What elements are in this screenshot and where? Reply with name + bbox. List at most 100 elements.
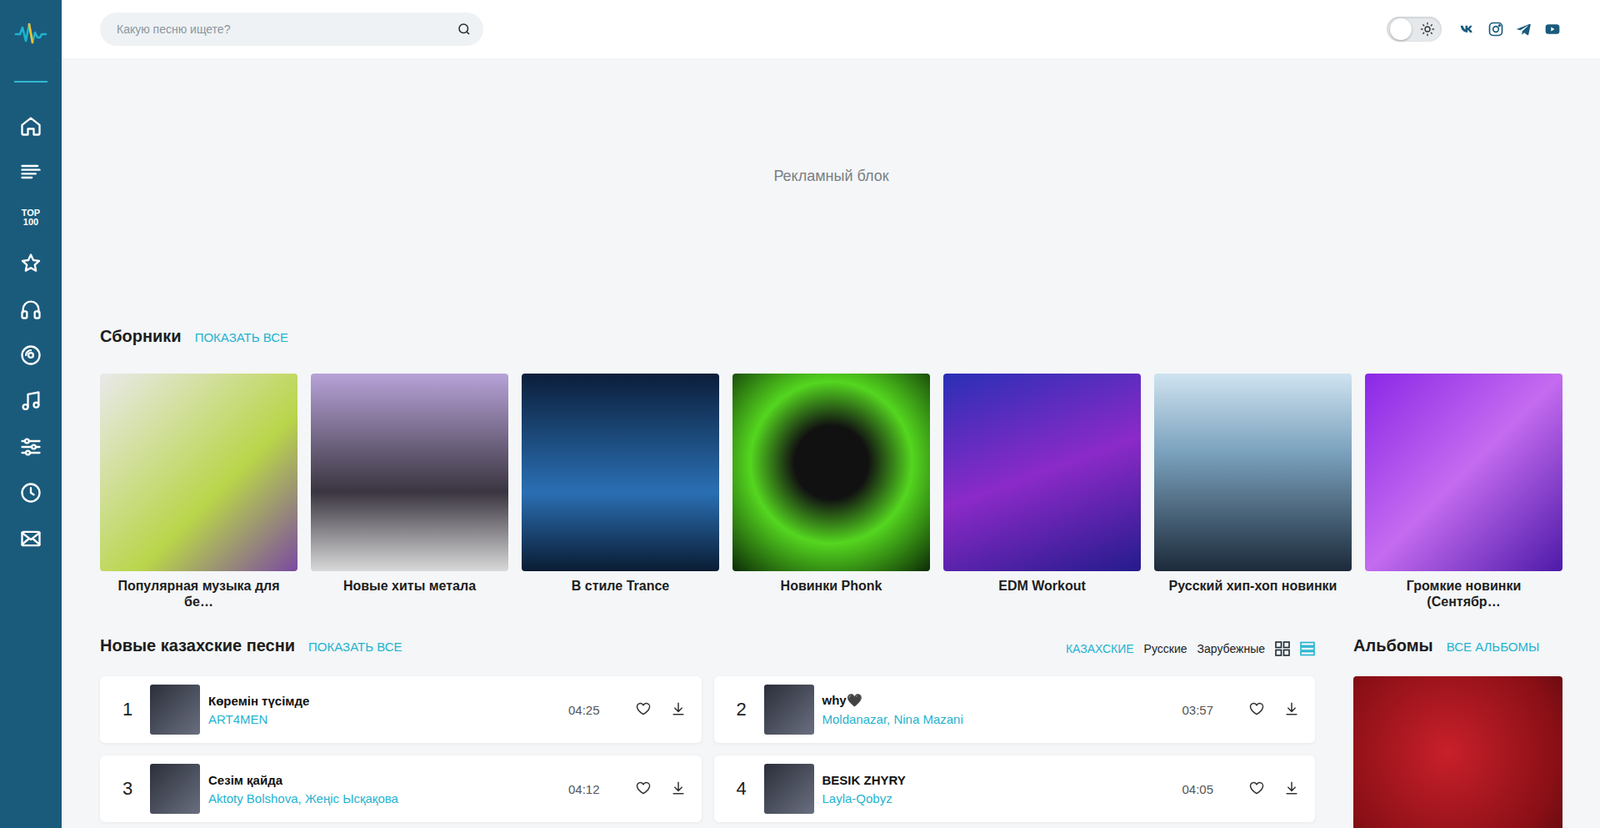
list-icon bbox=[19, 160, 43, 184]
ad-block: Рекламный блок bbox=[100, 58, 1563, 327]
compilation-caption[interactable]: Русский хип-хоп новинки bbox=[1165, 577, 1341, 594]
track-title[interactable]: why🖤 bbox=[822, 692, 1175, 708]
compilation-card[interactable]: Громкие новинки (Сентябр… bbox=[1365, 373, 1563, 610]
track-cover bbox=[150, 763, 200, 814]
songs-header: Новые казахские песни ПОКАЗАТЬ ВСЕ КАЗАХСК… bbox=[100, 635, 1315, 661]
compilation-card[interactable]: Новые хиты метала bbox=[310, 373, 509, 610]
track-duration: 03:57 bbox=[1181, 702, 1214, 717]
track-artists[interactable]: Aktoty Bolshova, Жеңіс Ысқақова bbox=[208, 790, 560, 805]
toggle-knob bbox=[1390, 18, 1412, 40]
download-icon[interactable] bbox=[1283, 779, 1302, 798]
filter-tab[interactable]: Зарубежные bbox=[1197, 641, 1265, 655]
disc-icon bbox=[19, 343, 43, 367]
logo[interactable] bbox=[0, 0, 62, 67]
compilation-caption[interactable]: Новые хиты метала bbox=[340, 577, 480, 594]
theme-toggle[interactable] bbox=[1386, 16, 1442, 42]
mail-icon bbox=[19, 526, 43, 550]
compilation-card[interactable]: EDM Workout bbox=[943, 373, 1141, 610]
sidebar-item[interactable] bbox=[0, 148, 62, 195]
compilation-cover bbox=[1365, 373, 1563, 571]
heart-icon[interactable] bbox=[1248, 779, 1267, 798]
heart-icon[interactable] bbox=[1248, 700, 1267, 719]
telegram-icon[interactable] bbox=[1515, 20, 1534, 39]
section-title: Новые казахские песни bbox=[100, 635, 295, 655]
compilation-cover bbox=[100, 373, 298, 571]
track-row[interactable]: 4BESIK ZHYRYLayla-Qobyz04:05 bbox=[714, 755, 1316, 822]
track-title[interactable]: Көремін түсімде bbox=[208, 693, 560, 708]
youtube-icon[interactable] bbox=[1543, 20, 1562, 39]
section-title: Альбомы bbox=[1353, 635, 1434, 655]
home-icon bbox=[19, 114, 43, 138]
song-filters: КАЗАХСКИЕ Русские Зарубежные bbox=[1065, 640, 1315, 656]
track-number: 1 bbox=[115, 698, 140, 720]
search-input[interactable] bbox=[116, 22, 457, 36]
search-icon[interactable] bbox=[456, 21, 472, 37]
download-icon[interactable] bbox=[670, 779, 689, 798]
album-cover[interactable] bbox=[1353, 675, 1563, 828]
track-info: Көремін түсімде ART4MEN bbox=[208, 693, 560, 726]
logo-icon bbox=[14, 20, 48, 46]
top100-icon: TOP 100 bbox=[19, 208, 43, 227]
songs-title-row: Новые казахские песни ПОКАЗАТЬ ВСЕ bbox=[100, 635, 403, 661]
instagram-icon[interactable] bbox=[1486, 20, 1505, 39]
track-duration: 04:25 bbox=[568, 702, 600, 717]
sidebar-item[interactable] bbox=[0, 423, 62, 470]
sidebar-item[interactable] bbox=[0, 240, 62, 286]
track-row[interactable]: 2 why🖤 Moldanazar, Nina Mazani 03:57 bbox=[714, 675, 1316, 743]
search-field[interactable] bbox=[100, 12, 484, 46]
all-albums-link[interactable]: ВСЕ АЛЬБОМЫ bbox=[1446, 639, 1540, 654]
track-number: 2 bbox=[729, 698, 755, 720]
compilation-cover bbox=[1154, 373, 1352, 571]
compilation-caption[interactable]: Популярная музыка для бе… bbox=[100, 577, 298, 610]
compilation-card[interactable]: Популярная музыка для бе… bbox=[100, 373, 298, 610]
compilation-cover bbox=[732, 373, 930, 571]
headphones-icon bbox=[19, 297, 43, 321]
grid-view-icon[interactable] bbox=[1275, 640, 1290, 656]
compilation-caption[interactable]: Новинки Phonk bbox=[777, 577, 886, 594]
compilation-caption[interactable]: Громкие новинки (Сентябр… bbox=[1365, 577, 1563, 610]
compilation-cover bbox=[310, 373, 509, 571]
track-artists[interactable]: Moldanazar, Nina Mazani bbox=[822, 711, 1175, 726]
track-row[interactable]: 3Сезім қайдаAktoty Bolshova, Жеңіс Ысқақ… bbox=[100, 755, 702, 822]
track-title[interactable]: BESIK ZHYRY bbox=[822, 772, 1175, 787]
sidebar-item[interactable]: TOP 100 bbox=[0, 194, 62, 240]
sidebar-divider bbox=[14, 80, 48, 83]
star-icon bbox=[19, 251, 43, 275]
compilation-caption[interactable]: EDM Workout bbox=[995, 577, 1090, 594]
compilations-header: СборникиПОКАЗАТЬ ВСЕ bbox=[100, 326, 1563, 352]
bottom-section: Новые казахские песни ПОКАЗАТЬ ВСЕ КАЗАХСК… bbox=[100, 635, 1563, 828]
show-all-link[interactable]: ПОКАЗАТЬ ВСЕ bbox=[195, 330, 289, 345]
filter-tab[interactable]: Русские bbox=[1144, 641, 1188, 655]
sun-icon bbox=[1420, 21, 1435, 37]
sidebar-item[interactable] bbox=[0, 102, 62, 149]
track-artists[interactable]: Layla-Qobyz bbox=[822, 790, 1175, 805]
sliders-icon bbox=[19, 435, 43, 459]
filter-tab[interactable]: КАЗАХСКИЕ bbox=[1065, 641, 1135, 655]
clock-icon bbox=[19, 480, 43, 505]
track-cover bbox=[764, 684, 815, 735]
sidebar-item[interactable] bbox=[0, 377, 62, 424]
sidebar-item[interactable] bbox=[0, 285, 62, 332]
ad-label: Рекламный блок bbox=[773, 167, 889, 185]
sidebar-item[interactable] bbox=[0, 331, 62, 378]
sidebar-item[interactable] bbox=[0, 515, 62, 561]
heart-icon[interactable] bbox=[635, 700, 654, 719]
compilation-card[interactable]: Новинки Phonk bbox=[732, 373, 930, 610]
track-row[interactable]: 1 Көремін түсімде ART4MEN 04:25 bbox=[100, 675, 702, 743]
track-title[interactable]: Сезім қайда bbox=[208, 772, 560, 787]
compilation-card[interactable]: Русский хип-хоп новинки bbox=[1154, 373, 1352, 610]
sidebar-item[interactable] bbox=[0, 469, 62, 515]
compilation-card[interactable]: В стиле Trance bbox=[521, 373, 720, 610]
show-all-link[interactable]: ПОКАЗАТЬ ВСЕ bbox=[308, 639, 402, 654]
download-icon[interactable] bbox=[670, 700, 689, 719]
vk-icon[interactable] bbox=[1458, 20, 1477, 39]
albums-header: Альбомы ВСЕ АЛЬБОМЫ bbox=[1353, 635, 1563, 661]
track-info: Сезім қайда Aktoty Bolshova, Жеңіс Ысқақо… bbox=[208, 772, 560, 805]
download-icon[interactable] bbox=[1283, 700, 1302, 719]
heart-icon[interactable] bbox=[635, 779, 654, 798]
track-artists[interactable]: ART4MEN bbox=[208, 711, 560, 726]
compilation-caption[interactable]: В стиле Trance bbox=[568, 577, 673, 594]
list-view-icon[interactable] bbox=[1300, 640, 1315, 656]
note-icon bbox=[19, 389, 43, 413]
top-right bbox=[1386, 16, 1562, 42]
